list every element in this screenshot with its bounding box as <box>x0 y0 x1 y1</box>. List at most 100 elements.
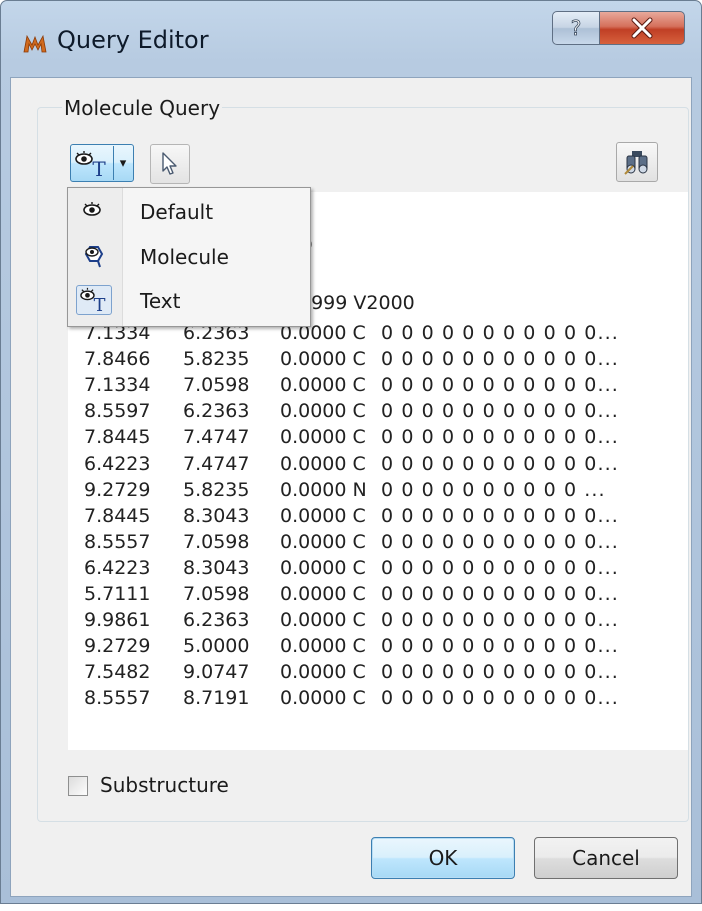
molfile-counts-line: 0999 V2000 <box>299 292 415 314</box>
atom-z-element: 0.0000 C <box>280 530 366 553</box>
atom-row: 6.4223 7.4747 0.0000 C 0 0 0 0 0 0 0 0 0 0 … <box>68 453 688 479</box>
atom-row: 7.1334 7.0598 0.0000 C 0 0 0 0 0 0 0 0 0 0 … <box>68 374 688 400</box>
atom-z-element: 0.0000 C <box>280 609 366 632</box>
select-tool-button[interactable] <box>150 144 190 184</box>
atom-x: 6.4223 <box>84 556 151 579</box>
substructure-label[interactable]: Substructure <box>100 773 229 797</box>
atom-z-element: 0.0000 C <box>280 687 366 710</box>
cancel-button[interactable]: Cancel <box>534 837 678 879</box>
atom-flags: 0 0 0 0 0 0 0 0 0 0 0... <box>381 609 619 632</box>
help-button[interactable]: ? <box>552 11 600 45</box>
title-bar[interactable]: Query Editor ? <box>1 1 701 77</box>
atom-y: 9.0747 <box>183 661 250 684</box>
atom-flags: 0 0 0 0 0 0 0 0 0 0 0... <box>381 556 619 579</box>
atom-row: 8.5557 8.7191 0.0000 C 0 0 0 0 0 0 0 0 0 0 … <box>68 687 688 713</box>
atom-row: 9.2729 5.8235 0.0000 N 0 0 0 0 0 0 0 0 0 0 … <box>68 479 688 505</box>
eye-molecule-icon <box>84 246 104 268</box>
atom-flags: 0 0 0 0 0 0 0 0 0 0 0... <box>381 374 619 397</box>
atom-flags: 0 0 0 0 0 0 0 0 0 0 0... <box>381 583 619 605</box>
atom-y: 8.3043 <box>183 556 250 579</box>
menu-item-default[interactable]: Default <box>70 190 308 232</box>
atom-x: 9.2729 <box>84 478 151 501</box>
group-label: Molecule Query <box>62 96 223 120</box>
atom-x: 7.5482 <box>84 661 151 684</box>
atom-y: 8.3043 <box>183 504 250 527</box>
atom-y: 8.7191 <box>183 687 250 710</box>
atom-flags: 0 0 0 0 0 0 0 0 0 0 ... <box>381 478 606 501</box>
atom-y: 5.8235 <box>183 348 250 371</box>
atom-x: 6.4223 <box>84 452 151 475</box>
atom-row: 7.8445 7.4747 0.0000 C 0 0 0 0 0 0 0 0 0 0 … <box>68 426 688 452</box>
atom-z-element: 0.0000 C <box>280 504 366 527</box>
eye-text-icon: T <box>75 151 106 179</box>
atom-flags: 0 0 0 0 0 0 0 0 0 0 0... <box>381 348 619 371</box>
atom-x: 7.8466 <box>84 348 151 371</box>
atom-z-element: 0.0000 N <box>280 478 367 501</box>
atom-row: 5.7111 7.0598 0.0000 C 0 0 0 0 0 0 0 0 0 0 … <box>68 583 688 609</box>
atom-flags: 0 0 0 0 0 0 0 0 0 0 0... <box>381 635 619 658</box>
window-title: Query Editor <box>57 26 209 54</box>
menu-item-molecule[interactable]: Molecule <box>70 235 308 277</box>
ok-button[interactable]: OK <box>371 837 515 879</box>
atom-x: 5.7111 <box>84 583 151 605</box>
atom-x: 8.5557 <box>84 687 151 710</box>
atom-flags: 0 0 0 0 0 0 0 0 0 0 0... <box>381 504 619 527</box>
atom-x: 8.5597 <box>84 400 151 423</box>
atom-y: 7.0598 <box>183 530 250 553</box>
atom-z-element: 0.0000 C <box>280 661 366 684</box>
atom-z-element: 0.0000 C <box>280 374 366 397</box>
atom-row: 8.5557 7.0598 0.0000 C 0 0 0 0 0 0 0 0 0 0 … <box>68 531 688 557</box>
atom-z-element: 0.0000 C <box>280 635 366 658</box>
atom-flags: 0 0 0 0 0 0 0 0 0 0 0... <box>381 452 619 475</box>
atom-x: 9.9861 <box>84 609 151 632</box>
atom-z-element: 0.0000 C <box>280 556 366 579</box>
atom-y: 5.8235 <box>183 478 250 501</box>
atom-z-element: 0.0000 C <box>280 400 366 423</box>
atom-y: 5.0000 <box>183 635 250 658</box>
atom-z-element: 0.0000 C <box>280 452 366 475</box>
arrow-cursor-icon <box>162 152 177 175</box>
atom-row: 9.9861 6.2363 0.0000 C 0 0 0 0 0 0 0 0 0 0 … <box>68 609 688 635</box>
close-icon <box>631 17 653 39</box>
atom-row: 7.8466 5.8235 0.0000 C 0 0 0 0 0 0 0 0 0 0 … <box>68 348 688 374</box>
atom-y: 6.2363 <box>183 400 250 423</box>
atom-row: 9.2729 5.0000 0.0000 C 0 0 0 0 0 0 0 0 0 0 … <box>68 635 688 661</box>
view-mode-dropdown[interactable]: T ▾ <box>70 144 134 182</box>
chevron-down-icon[interactable]: ▾ <box>113 146 132 180</box>
atom-row: 7.5482 9.0747 0.0000 C 0 0 0 0 0 0 0 0 0 0 … <box>68 661 688 687</box>
atom-y: 7.4747 <box>183 452 250 475</box>
menu-item-text[interactable]: T Text <box>70 279 308 321</box>
binoculars-icon <box>624 151 648 175</box>
atom-flags: 0 0 0 0 0 0 0 0 0 0 0... <box>381 687 619 710</box>
atom-flags: 0 0 0 0 0 0 0 0 0 0 0... <box>381 322 619 344</box>
atom-x: 9.2729 <box>84 635 151 658</box>
eye-text-icon: T <box>76 285 112 315</box>
atom-flags: 0 0 0 0 0 0 0 0 0 0 0... <box>381 400 619 423</box>
atom-z-element: 0.0000 C <box>280 583 366 605</box>
eye-icon <box>83 202 101 216</box>
help-icon: ? <box>570 16 582 40</box>
atom-x: 8.5557 <box>84 530 151 553</box>
atom-flags: 0 0 0 0 0 0 0 0 0 0 0... <box>381 426 619 449</box>
atom-z-element: 0.0000 C <box>280 348 366 371</box>
view-mode-menu: Default Molecule T Text <box>67 187 311 327</box>
atom-x: 7.8445 <box>84 426 151 449</box>
atom-y: 7.0598 <box>183 583 250 605</box>
menu-item-label: Molecule <box>140 245 229 269</box>
atom-x: 7.1334 <box>84 374 151 397</box>
atom-row: 8.5597 6.2363 0.0000 C 0 0 0 0 0 0 0 0 0 0 … <box>68 400 688 426</box>
atom-y: 6.2363 <box>183 609 250 632</box>
menu-item-label: Default <box>140 200 214 224</box>
app-logo-icon <box>23 34 47 53</box>
atom-row: 7.8445 8.3043 0.0000 C 0 0 0 0 0 0 0 0 0 0 … <box>68 505 688 531</box>
atom-row: 6.4223 8.3043 0.0000 C 0 0 0 0 0 0 0 0 0 0 … <box>68 557 688 583</box>
atom-z-element: 0.0000 C <box>280 426 366 449</box>
svg-text:?: ? <box>571 16 582 40</box>
substructure-checkbox[interactable] <box>68 776 88 796</box>
close-button[interactable] <box>599 11 685 45</box>
atom-flags: 0 0 0 0 0 0 0 0 0 0 0... <box>381 661 619 684</box>
search-button[interactable] <box>616 142 658 182</box>
menu-item-label: Text <box>140 289 181 313</box>
atom-x: 7.8445 <box>84 504 151 527</box>
atom-flags: 0 0 0 0 0 0 0 0 0 0 0... <box>381 530 619 553</box>
